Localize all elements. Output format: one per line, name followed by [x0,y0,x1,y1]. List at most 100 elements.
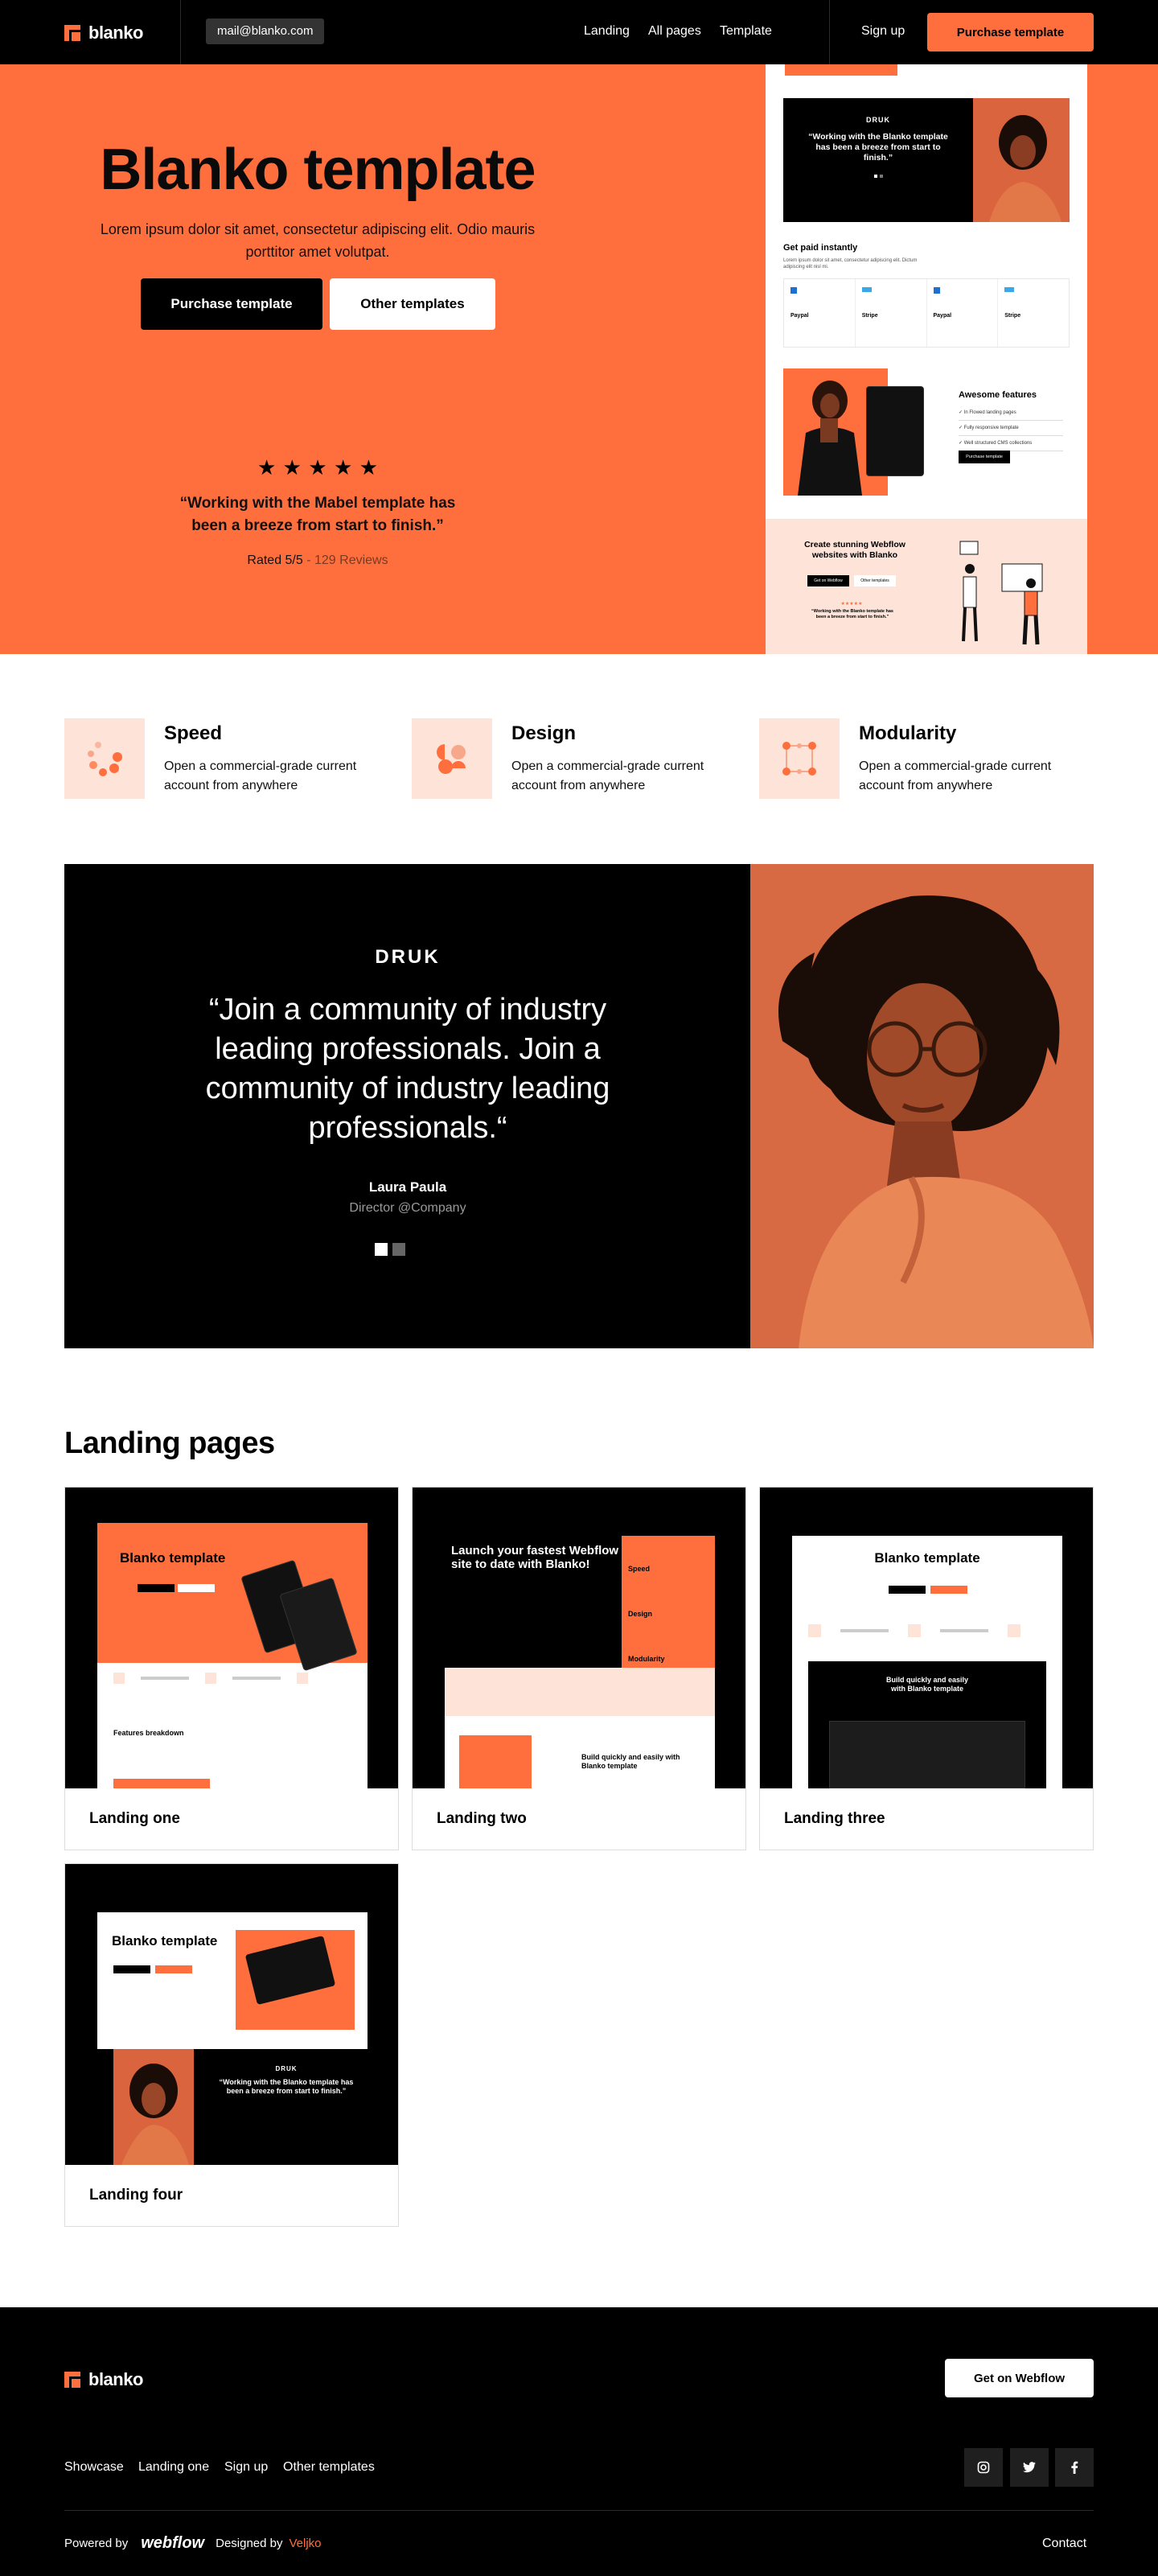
slider-dot-active[interactable] [375,1243,388,1256]
preview-feature-item: ✓ In Flowed landing pages [959,405,1063,421]
hero-template-preview: DRUK “Working with the Blanko template h… [766,64,1087,654]
nav-email[interactable]: mail@blanko.com [206,19,325,44]
footer-link-landing-one[interactable]: Landing one [138,2460,209,2475]
logo-text: blanko [88,2369,143,2389]
footer-webflow-button[interactable]: Get on Webflow [945,2359,1094,2397]
preview-cta-section: Create stunning Webflow websites with Bl… [766,519,1087,654]
hero-section: Blanko template Lorem ipsum dolor sit am… [0,64,1158,654]
preview-feature-item: ✓ Well structured CMS collections [959,436,1063,451]
preview-section-title: Features breakdown [113,1729,184,1737]
preview-paid-text: Lorem ipsum dolor sit amet, consectetur … [783,258,918,270]
preview-features-title: Awesome features [959,390,1037,400]
nav-logo[interactable]: blanko [64,23,143,43]
footer-link-other-templates[interactable]: Other templates [283,2460,375,2475]
preview-cta-quote: “Working with the Blanko template has be… [811,609,893,619]
landing-card-two[interactable]: Launch your fastest Webflow site to date… [412,1487,746,1850]
top-navbar: blanko mail@blanko.com Landing All pages… [0,0,1158,64]
preview-feature-list: ✓ In Flowed landing pages ✓ Fully respon… [959,405,1063,451]
footer: blanko Get on Webflow Showcase Landing o… [0,2307,1158,2576]
facebook-icon[interactable] [1055,2448,1094,2487]
nav-link-template[interactable]: Template [720,24,772,39]
landing-card-three[interactable]: Blanko template Build quickly and easily… [759,1487,1094,1850]
preview-testimonial-block: DRUK “Working with the Blanko template h… [783,98,973,222]
designer-link[interactable]: Veljko [290,2537,322,2550]
landing-card-one[interactable]: Blanko template Features breakdown Landi… [64,1487,399,1850]
preview-item: Modularity [628,1655,665,1663]
preview-item: Speed [628,1565,651,1573]
testimonial-author: Laura Paula [368,1179,447,1195]
rated-label: Rated 5/5 [247,553,303,567]
preview-brand: DRUK [275,2065,298,2072]
landing-card-label: Landing four [89,2187,183,2204]
footer-logo[interactable]: blanko [64,2369,143,2390]
star-icon: ★ [282,455,302,479]
powered-by-label: Powered by [64,2537,129,2550]
modularity-grid-icon [759,718,840,799]
testimonial-portrait-image [750,864,1094,1348]
preview-title: Launch your fastest Webflow site to date… [451,1544,619,1571]
nav-link-landing[interactable]: Landing [584,24,630,39]
preview-payment: Stripe [861,313,878,319]
landing-card-label: Landing two [437,1810,527,1827]
landing-card-four[interactable]: Blanko template DRUK “Working with the B… [64,1863,399,2227]
designed-by-label: Designed by [216,2537,283,2550]
blanko-logo-icon [64,25,80,41]
hero-purchase-button[interactable]: Purchase template [141,278,322,330]
landing-four-preview-image: Blanko template DRUK “Working with the B… [65,1864,398,2165]
twitter-icon[interactable] [1010,2448,1049,2487]
preview-portrait-image [973,98,1070,222]
webflow-logo-link[interactable]: webflow [141,2534,204,2553]
landing-card-label: Landing three [784,1810,885,1827]
preview-title: Blanko template [112,1933,218,1948]
preview-quote: “Working with the Blanko template has be… [808,132,948,163]
preview-paid-title: Get paid instantly [783,243,858,253]
feature-desc-modularity: Open a commercial-grade current account … [859,759,1052,792]
testimonial-slider-dots [375,1243,405,1256]
preview-payment: Stripe [1004,313,1021,319]
hero-rating-stars: ★ ★ ★ ★ ★ [257,455,378,480]
testimonial-role: Director @Company [349,1201,466,1215]
hero-title: Blanko template [100,138,536,202]
slider-dot[interactable] [392,1243,405,1256]
preview-card-image [866,386,924,476]
feature-title-modularity: Modularity [859,722,957,744]
logo-text: blanko [88,23,143,43]
star-icon: ★ [308,455,327,479]
nav-signup-link[interactable]: Sign up [861,24,905,39]
hero-quote: “Working with the Mabel template has bee… [179,495,456,534]
nav-divider [180,0,181,64]
preview-payment: Paypal [933,313,952,319]
design-circles-icon [412,718,492,799]
feature-desc-design: Open a commercial-grade current account … [511,759,704,792]
star-icon: ★ [257,455,277,479]
footer-link-signup[interactable]: Sign up [224,2460,268,2475]
preview-payment: Paypal [790,313,809,319]
hero-other-templates-button[interactable]: Other templates [330,278,495,330]
preview-payments-grid: Paypal Stripe Paypal Stripe [783,278,1070,348]
footer-contact-link[interactable]: Contact [1042,2537,1086,2551]
footer-divider [64,2510,1094,2511]
feature-desc-speed: Open a commercial-grade current account … [164,759,357,792]
testimonial-section: DRUK “Join a community of industry leadi… [64,864,1094,1348]
preview-sub: Build quickly and easily with Blanko tem… [885,1676,969,1693]
landing-pages-heading: Landing pages [64,1426,275,1460]
preview-cta-title: Create stunning Webflow websites with Bl… [804,540,905,560]
nav-link-all-pages[interactable]: All pages [648,24,701,39]
footer-link-showcase[interactable]: Showcase [64,2460,124,2475]
feature-title-speed: Speed [164,722,223,744]
blanko-logo-icon [64,2372,80,2388]
landing-one-preview-image: Blanko template Features breakdown [65,1488,398,1788]
preview-title: Blanko template [874,1550,980,1566]
preview-quote: “Working with the Blanko template has be… [219,2078,354,2095]
preview-purchase-button: Purchase template [959,451,1010,463]
instagram-icon[interactable] [964,2448,1003,2487]
nav-purchase-button[interactable]: Purchase template [927,13,1094,51]
feature-title-design: Design [511,722,577,744]
testimonial-quote: “Join a community of industry leading pr… [205,993,610,1145]
nav-divider [829,0,830,64]
preview-brand: DRUK [866,116,890,124]
preview-title: Blanko template [120,1550,226,1566]
speed-dots-icon [64,718,145,799]
landing-card-label: Landing one [89,1810,180,1827]
preview-cta-button: Get on Webflow [807,575,849,586]
